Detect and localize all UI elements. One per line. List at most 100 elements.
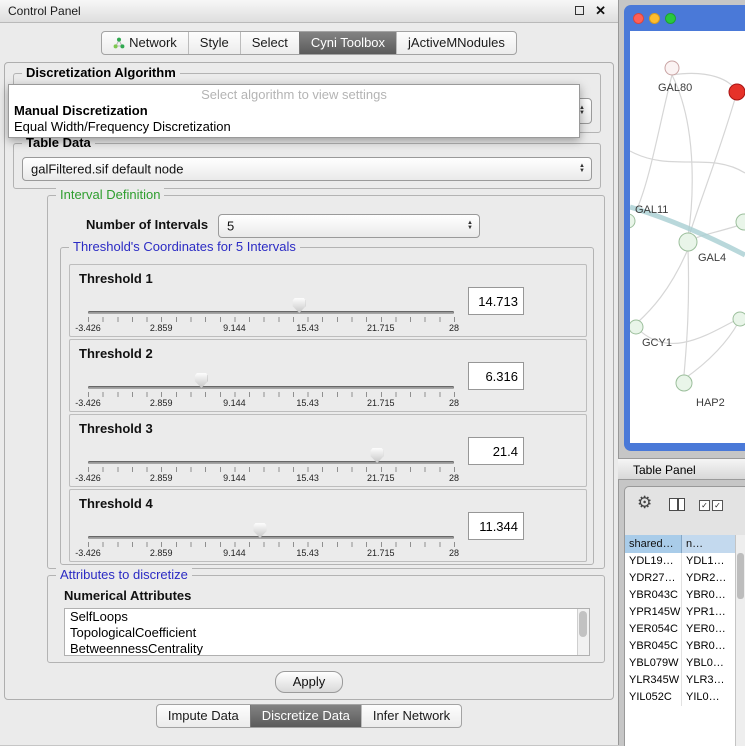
table-body: YDL19…YDL1… YDR27…YDR2… YBR043CYBR0… YPR… (625, 553, 736, 746)
slider-tick-label: 15.43 (296, 323, 319, 333)
tab-network[interactable]: Network (102, 32, 188, 54)
group-title: Threshold's Coordinates for 5 Intervals (69, 239, 300, 254)
columns-icon[interactable] (669, 498, 685, 511)
interval-definition-group: Interval Definition Number of Intervals … (47, 195, 605, 569)
threshold-slider[interactable] (88, 461, 454, 464)
num-intervals-select[interactable]: 5 ▲▼ (218, 214, 480, 238)
slider-thumb[interactable] (371, 448, 384, 463)
list-item[interactable]: TopologicalCoefficient (65, 625, 589, 641)
table-row[interactable]: YIL052CYIL0… (625, 689, 736, 706)
table-row[interactable]: YBL079WYBL0… (625, 655, 736, 672)
apply-button[interactable]: Apply (275, 671, 343, 693)
threshold-3-panel: Threshold 3 -3.4262.8599.14415.4321.7152… (69, 414, 587, 487)
zoom-traffic-icon[interactable] (665, 13, 676, 24)
tab-label: Discretize Data (262, 705, 350, 727)
list-item[interactable]: SelfLoops (65, 609, 589, 625)
slider-tick-label: 21.715 (367, 473, 395, 483)
column-header-name[interactable]: n… (682, 535, 736, 553)
list-item[interactable]: BetweennessCentrality (65, 641, 589, 656)
column-header-shared-name[interactable]: shared… (625, 535, 682, 553)
tab-label: jActiveMNodules (408, 32, 505, 54)
table-row[interactable]: YER054CYER0… (625, 621, 736, 638)
network-node (630, 320, 643, 334)
num-intervals-label: Number of Intervals (86, 217, 208, 232)
table-row[interactable]: YBR043CYBR0… (625, 587, 736, 604)
threshold-label: Threshold 1 (79, 271, 153, 286)
popup-prompt: Select algorithm to view settings (9, 86, 579, 103)
gear-icon[interactable]: ⚙ (637, 494, 652, 512)
table-row[interactable]: YLR345WYLR3… (625, 672, 736, 689)
tab-jactivemnodules[interactable]: jActiveMNodules (396, 32, 516, 54)
window-controls (633, 13, 676, 24)
slider-thumb[interactable] (195, 373, 208, 388)
threshold-slider[interactable] (88, 536, 454, 539)
table-row[interactable]: YPR145WYPR1… (625, 604, 736, 621)
slider-tick-label: -3.426 (75, 473, 101, 483)
cyni-toolbox-panel: Discretization Algorithm ▲▼ Table Data g… (4, 62, 614, 700)
table-scrollbar[interactable] (735, 535, 745, 746)
tab-style[interactable]: Style (188, 32, 240, 54)
stepper-icon: ▲▼ (467, 221, 473, 231)
thresholds-group: Threshold's Coordinates for 5 Intervals … (60, 247, 594, 565)
threshold-value-input[interactable]: 11.344 (468, 512, 524, 540)
list-scrollbar[interactable] (577, 609, 589, 655)
slider-thumb[interactable] (254, 523, 267, 538)
slider-tick-label: 9.144 (223, 323, 246, 333)
checkbox-icon[interactable]: ✓ (712, 500, 723, 511)
group-title: Attributes to discretize (56, 567, 192, 582)
popup-option-equal-width-frequency[interactable]: Equal Width/Frequency Discretization (9, 119, 579, 135)
scrollbar-thumb[interactable] (737, 553, 744, 599)
threshold-value-input[interactable]: 6.316 (468, 362, 524, 390)
threshold-label: Threshold 4 (79, 496, 153, 511)
checkbox-icon[interactable]: ✓ (699, 500, 710, 511)
slider-tick-label: 2.859 (150, 323, 173, 333)
table-data-group: Table Data galFiltered.sif default node … (13, 143, 601, 189)
threshold-2-panel: Threshold 2 -3.4262.8599.14415.4321.7152… (69, 339, 587, 412)
node-label: GAL4 (698, 252, 726, 264)
popup-option-manual-discretization[interactable]: Manual Discretization (9, 103, 579, 119)
threshold-value-input[interactable]: 21.4 (468, 437, 524, 465)
table-row[interactable]: YDL19…YDL1… (625, 553, 736, 570)
network-view-window: GAL80 GAL11 GAL4 GCY1 HAP2 (624, 5, 745, 451)
tab-cyni-toolbox[interactable]: Cyni Toolbox (299, 32, 396, 54)
table-row[interactable]: YBR045CYBR0… (625, 638, 736, 655)
slider-tick-label: 15.43 (296, 473, 319, 483)
threshold-value-input[interactable]: 14.713 (468, 287, 524, 315)
group-title: Discretization Algorithm (22, 65, 180, 80)
slider-tick-label: 2.859 (150, 548, 173, 558)
bottom-tab-bar: Impute Data Discretize Data Infer Networ… (0, 704, 618, 728)
slider-tick-label: 9.144 (223, 473, 246, 483)
table-row[interactable]: YDR27…YDR2… (625, 570, 736, 587)
title-bar: Control Panel ✕ (0, 0, 618, 23)
tab-discretize-data[interactable]: Discretize Data (250, 705, 361, 727)
threshold-slider[interactable] (88, 386, 454, 389)
slider-tick-label: -3.426 (75, 398, 101, 408)
close-traffic-icon[interactable] (633, 13, 644, 24)
tab-infer-network[interactable]: Infer Network (361, 705, 461, 727)
group-title: Interval Definition (56, 187, 164, 202)
network-canvas[interactable]: GAL80 GAL11 GAL4 GCY1 HAP2 (630, 31, 745, 443)
table-panel-title-bar: Table Panel (618, 458, 745, 480)
slider-thumb[interactable] (293, 298, 306, 313)
tab-select[interactable]: Select (240, 32, 299, 54)
threshold-slider[interactable] (88, 311, 454, 314)
close-icon[interactable]: ✕ (595, 0, 606, 22)
table-data-select-value: galFiltered.sif default node (31, 162, 183, 177)
slider-tick-label: 9.144 (223, 398, 246, 408)
slider-tick-label: 21.715 (367, 323, 395, 333)
tab-impute-data[interactable]: Impute Data (157, 705, 250, 727)
slider-tick-label: 21.715 (367, 548, 395, 558)
table-data-select[interactable]: galFiltered.sif default node ▲▼ (22, 157, 592, 181)
float-window-icon[interactable] (575, 6, 584, 15)
num-intervals-value: 5 (227, 219, 234, 234)
top-tab-bar: Network Style Select Cyni Toolbox jActiv… (0, 31, 618, 55)
minimize-traffic-icon[interactable] (649, 13, 660, 24)
tab-label: Select (252, 32, 288, 54)
numerical-attributes-label: Numerical Attributes (64, 588, 191, 603)
scrollbar-thumb[interactable] (579, 611, 587, 637)
stepper-icon: ▲▼ (579, 164, 585, 174)
slider-tick-label: 28 (449, 398, 459, 408)
slider-ticks (88, 467, 455, 472)
network-node (736, 214, 745, 230)
slider-tick-labels: -3.4262.8599.14415.4321.71528 (88, 323, 454, 333)
